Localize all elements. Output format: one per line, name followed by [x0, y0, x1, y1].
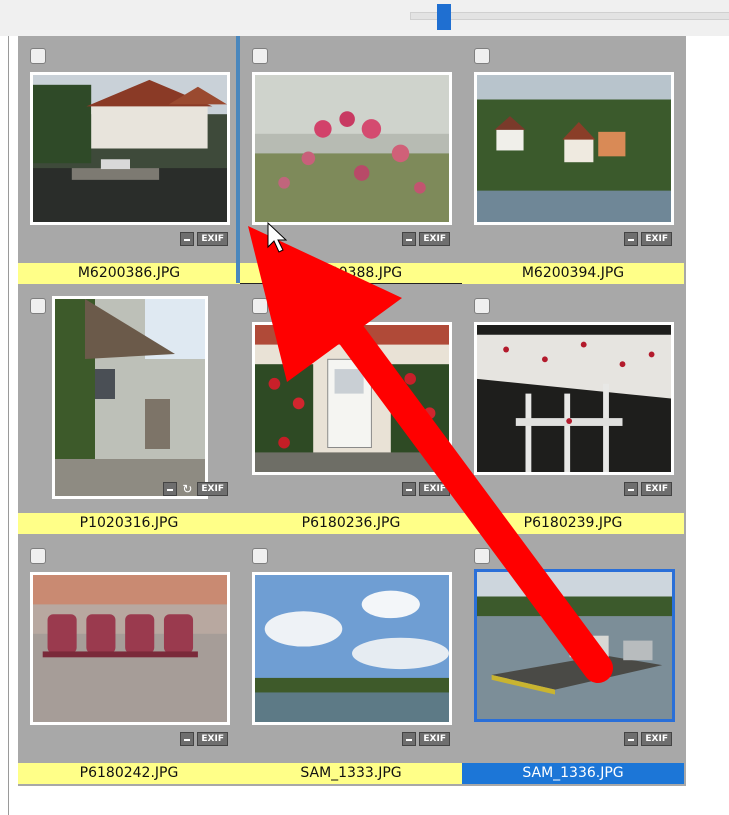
photo-village-riverside	[33, 75, 227, 222]
filename-label[interactable]: M6200386.JPG	[18, 263, 240, 284]
thumbnail-grid: EXIF M6200386.JPG EXIF M6200388.JPG EXIF…	[18, 36, 686, 786]
thumbnail-image[interactable]	[252, 572, 452, 725]
thumbnail-cell[interactable]: EXIF P6180242.JPG	[18, 536, 240, 786]
thumbnail-image[interactable]	[474, 72, 674, 225]
thumbnail-size-slider[interactable]	[410, 12, 729, 20]
panel-divider	[8, 36, 9, 815]
drop-insert-marker	[236, 36, 240, 283]
select-checkbox[interactable]	[252, 548, 268, 564]
filename-label[interactable]: P6180239.JPG	[462, 513, 684, 534]
photo-pink-flowers	[255, 75, 449, 222]
thumbnail-badges: EXIF	[180, 232, 228, 247]
filename-label[interactable]: P6180242.JPG	[18, 763, 240, 784]
rotate-icon[interactable]: ↻	[180, 482, 194, 496]
minimize-icon[interactable]	[402, 232, 417, 246]
minimize-icon[interactable]	[624, 732, 639, 746]
thumbnail-image[interactable]	[474, 322, 674, 475]
toolbar-strip	[0, 0, 729, 36]
thumbnail-cell[interactable]: EXIF M6200388.JPG	[240, 36, 462, 286]
filename-label[interactable]: P6180236.JPG	[240, 513, 462, 534]
thumbnail-image[interactable]	[252, 322, 452, 475]
thumbnail-badges: EXIF	[402, 482, 450, 497]
select-checkbox[interactable]	[474, 548, 490, 564]
exif-icon[interactable]: EXIF	[197, 482, 228, 496]
select-checkbox[interactable]	[474, 48, 490, 64]
photo-rose-doorway	[255, 325, 449, 472]
thumbnail-image[interactable]	[474, 569, 675, 722]
minimize-icon[interactable]	[624, 232, 639, 246]
select-checkbox[interactable]	[252, 298, 268, 314]
exif-icon[interactable]: EXIF	[419, 482, 450, 496]
select-checkbox[interactable]	[474, 298, 490, 314]
exif-icon[interactable]: EXIF	[197, 232, 228, 246]
select-checkbox[interactable]	[30, 48, 46, 64]
select-checkbox[interactable]	[30, 548, 46, 564]
thumbnail-badges: EXIF	[624, 232, 672, 247]
thumbnail-badges: EXIF	[402, 232, 450, 247]
thumbnail-cell[interactable]: EXIF P6180239.JPG	[462, 286, 684, 536]
slider-thumb[interactable]	[437, 4, 451, 30]
exif-icon[interactable]: EXIF	[197, 732, 228, 746]
minimize-icon[interactable]	[402, 482, 417, 496]
thumbnail-badges: EXIF	[402, 732, 450, 747]
thumbnail-image[interactable]	[30, 572, 230, 725]
filename-label[interactable]: P1020316.JPG	[18, 513, 240, 534]
thumbnail-badges: EXIF	[624, 732, 672, 747]
photo-hillside-houses	[477, 75, 671, 222]
exif-icon[interactable]: EXIF	[641, 482, 672, 496]
exif-icon[interactable]: EXIF	[641, 732, 672, 746]
thumbnail-badges: EXIF	[180, 732, 228, 747]
thumbnail-badges: EXIF	[624, 482, 672, 497]
filename-label[interactable]: M6200394.JPG	[462, 263, 684, 284]
thumbnail-badges: ↻ EXIF	[163, 482, 228, 497]
thumbnail-cell[interactable]: EXIF SAM_1333.JPG	[240, 536, 462, 786]
minimize-icon[interactable]	[180, 232, 195, 246]
minimize-icon[interactable]	[180, 732, 195, 746]
minimize-icon[interactable]	[624, 482, 639, 496]
minimize-icon[interactable]	[163, 482, 178, 496]
exif-icon[interactable]: EXIF	[419, 232, 450, 246]
exif-icon[interactable]: EXIF	[419, 732, 450, 746]
thumbnail-cell[interactable]: EXIF M6200394.JPG	[462, 36, 684, 286]
thumbnail-image[interactable]	[52, 296, 208, 499]
thumbnail-image[interactable]	[252, 72, 452, 225]
thumbnail-cell[interactable]: ↻ EXIF P1020316.JPG	[18, 286, 240, 536]
exif-icon[interactable]: EXIF	[641, 232, 672, 246]
select-checkbox[interactable]	[252, 48, 268, 64]
photo-sky-river	[255, 575, 449, 722]
photo-ivy-house	[55, 299, 205, 496]
filename-label-selected[interactable]: SAM_1336.JPG	[462, 763, 684, 784]
thumbnail-image[interactable]	[30, 72, 230, 225]
select-checkbox[interactable]	[30, 298, 46, 314]
filename-label[interactable]: M6200388.JPG	[240, 263, 462, 284]
thumbnail-cell[interactable]: EXIF M6200386.JPG	[18, 36, 240, 286]
photo-red-chairs	[33, 575, 227, 722]
label-underline	[240, 283, 462, 284]
thumbnail-cell[interactable]: EXIF SAM_1336.JPG	[462, 536, 684, 786]
thumbnail-cell[interactable]: EXIF P6180236.JPG	[240, 286, 462, 536]
minimize-icon[interactable]	[402, 732, 417, 746]
photo-petals-on-chairs	[477, 325, 671, 472]
filename-label[interactable]: SAM_1333.JPG	[240, 763, 462, 784]
photo-car-ferry	[477, 572, 672, 719]
